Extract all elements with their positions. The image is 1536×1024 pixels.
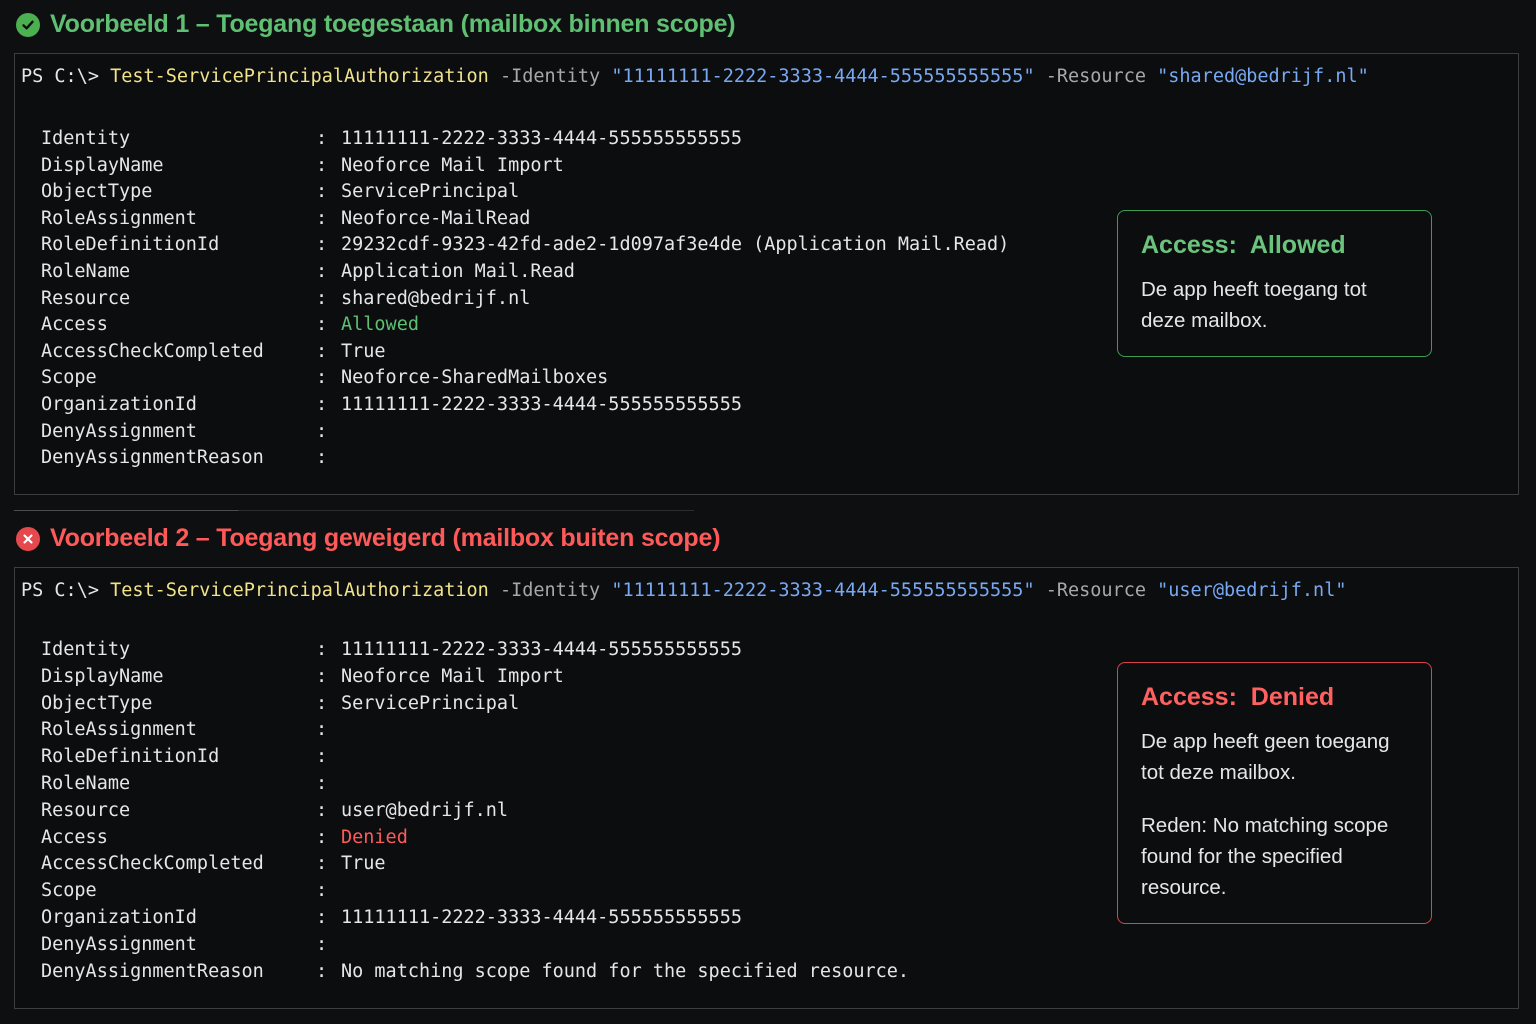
property-value: 29232cdf-9323-42fd-ade2-1d097af3e4de (Ap… <box>341 234 1010 256</box>
property-value: shared@bedrijf.nl <box>341 287 531 309</box>
property-key: AccessCheckCompleted <box>41 853 264 875</box>
property-key: DenyAssignmentReason <box>41 960 264 982</box>
property-key: DenyAssignment <box>41 933 197 955</box>
property-key: RoleDefinitionId <box>41 746 220 768</box>
section-divider <box>14 510 694 511</box>
property-value: Neoforce Mail Import <box>341 665 564 687</box>
cmdlet-name: Test-ServicePrincipalAuthorization <box>110 66 489 87</box>
identity-value: "11111111-2222-3333-4444-555555555555" <box>611 66 1035 87</box>
resource-param: -Resource <box>1045 66 1146 87</box>
example-2-title: Voorbeeld 2 – Toegang geweigerd (mailbox… <box>50 524 721 552</box>
property-value: True <box>341 853 386 875</box>
property-value: Neoforce-MailRead <box>341 207 531 229</box>
resource-param: -Resource <box>1045 580 1146 601</box>
property-key: RoleDefinitionId <box>41 234 220 256</box>
property-key: OrganizationId <box>41 393 197 415</box>
property-value: No matching scope found for the specifie… <box>341 960 910 982</box>
property-value: user@bedrijf.nl <box>341 799 509 821</box>
property-key: Identity <box>41 639 131 660</box>
property-key: AccessCheckCompleted <box>41 340 264 362</box>
example-1-title: Voorbeeld 1 – Toegang toegestaan (mailbo… <box>50 10 736 38</box>
property-value: 11111111-2222-3333-4444-555555555555 <box>341 639 742 660</box>
resource-value: "shared@bedrijf.nl" <box>1157 66 1369 87</box>
prompt: PS C:\> <box>21 66 99 87</box>
property-value: Neoforce Mail Import <box>341 154 564 176</box>
property-value: 11111111-2222-3333-4444-555555555555 <box>341 906 742 928</box>
x-circle-icon <box>16 526 40 551</box>
property-key: RoleAssignment <box>41 207 197 229</box>
access-denied-callout: Access: Denied De app heeft geen toegang… <box>1117 662 1432 924</box>
property-key: DisplayName <box>41 154 164 176</box>
prompt: PS C:\> <box>21 580 99 601</box>
property-key: ObjectType <box>41 181 153 203</box>
property-value: True <box>341 340 386 362</box>
property-key: ObjectType <box>41 692 153 714</box>
property-key: OrganizationId <box>41 906 197 928</box>
property-key: DisplayName <box>41 665 164 687</box>
callout-text: De app heeft geen toegang tot deze mailb… <box>1141 730 1390 784</box>
property-key: Scope <box>41 880 97 902</box>
identity-param: -Identity <box>499 66 601 87</box>
property-key: DenyAssignment <box>41 420 197 442</box>
property-key: Access <box>41 826 108 848</box>
property-value: ServicePrincipal <box>341 181 520 203</box>
example-1-header: Voorbeeld 1 – Toegang toegestaan (mailbo… <box>16 10 736 39</box>
property-key: Identity <box>41 128 131 149</box>
example-2-header: Voorbeeld 2 – Toegang geweigerd (mailbox… <box>16 524 721 553</box>
property-key: Scope <box>41 367 97 389</box>
property-key: RoleAssignment <box>41 719 197 741</box>
callout-text: De app heeft toegang tot deze mailbox. <box>1141 278 1367 332</box>
property-value: 11111111-2222-3333-4444-555555555555 <box>341 393 742 415</box>
callout-title: Access: Denied <box>1141 683 1335 711</box>
access-allowed-callout: Access: Allowed De app heeft toegang tot… <box>1117 210 1432 357</box>
property-key: RoleName <box>41 772 131 794</box>
access-status-value: Denied <box>341 826 408 848</box>
property-key: Resource <box>41 287 131 309</box>
property-value: ServicePrincipal <box>341 692 520 714</box>
check-circle-icon <box>16 12 40 37</box>
command-line-1: PS C:\> Test-ServicePrincipalAuthorizati… <box>21 66 1369 87</box>
command-line-2: PS C:\> Test-ServicePrincipalAuthorizati… <box>21 580 1346 601</box>
property-value: Application Mail.Read <box>341 260 575 282</box>
property-key: RoleName <box>41 260 131 282</box>
property-value: Neoforce-SharedMailboxes <box>341 367 609 389</box>
resource-value: "user@bedrijf.nl" <box>1157 580 1347 601</box>
access-status-value: Allowed <box>341 314 419 336</box>
property-value: 11111111-2222-3333-4444-555555555555 <box>341 128 742 149</box>
property-key: DenyAssignmentReason <box>41 447 264 469</box>
property-key: Resource <box>41 799 131 821</box>
callout-title: Access: Allowed <box>1141 231 1346 259</box>
property-key: Access <box>41 314 108 336</box>
identity-param: -Identity <box>499 580 601 601</box>
identity-value: "11111111-2222-3333-4444-555555555555" <box>611 580 1035 601</box>
cmdlet-name: Test-ServicePrincipalAuthorization <box>110 580 489 601</box>
callout-reason: Reden: No matching scope found for the s… <box>1141 814 1389 899</box>
